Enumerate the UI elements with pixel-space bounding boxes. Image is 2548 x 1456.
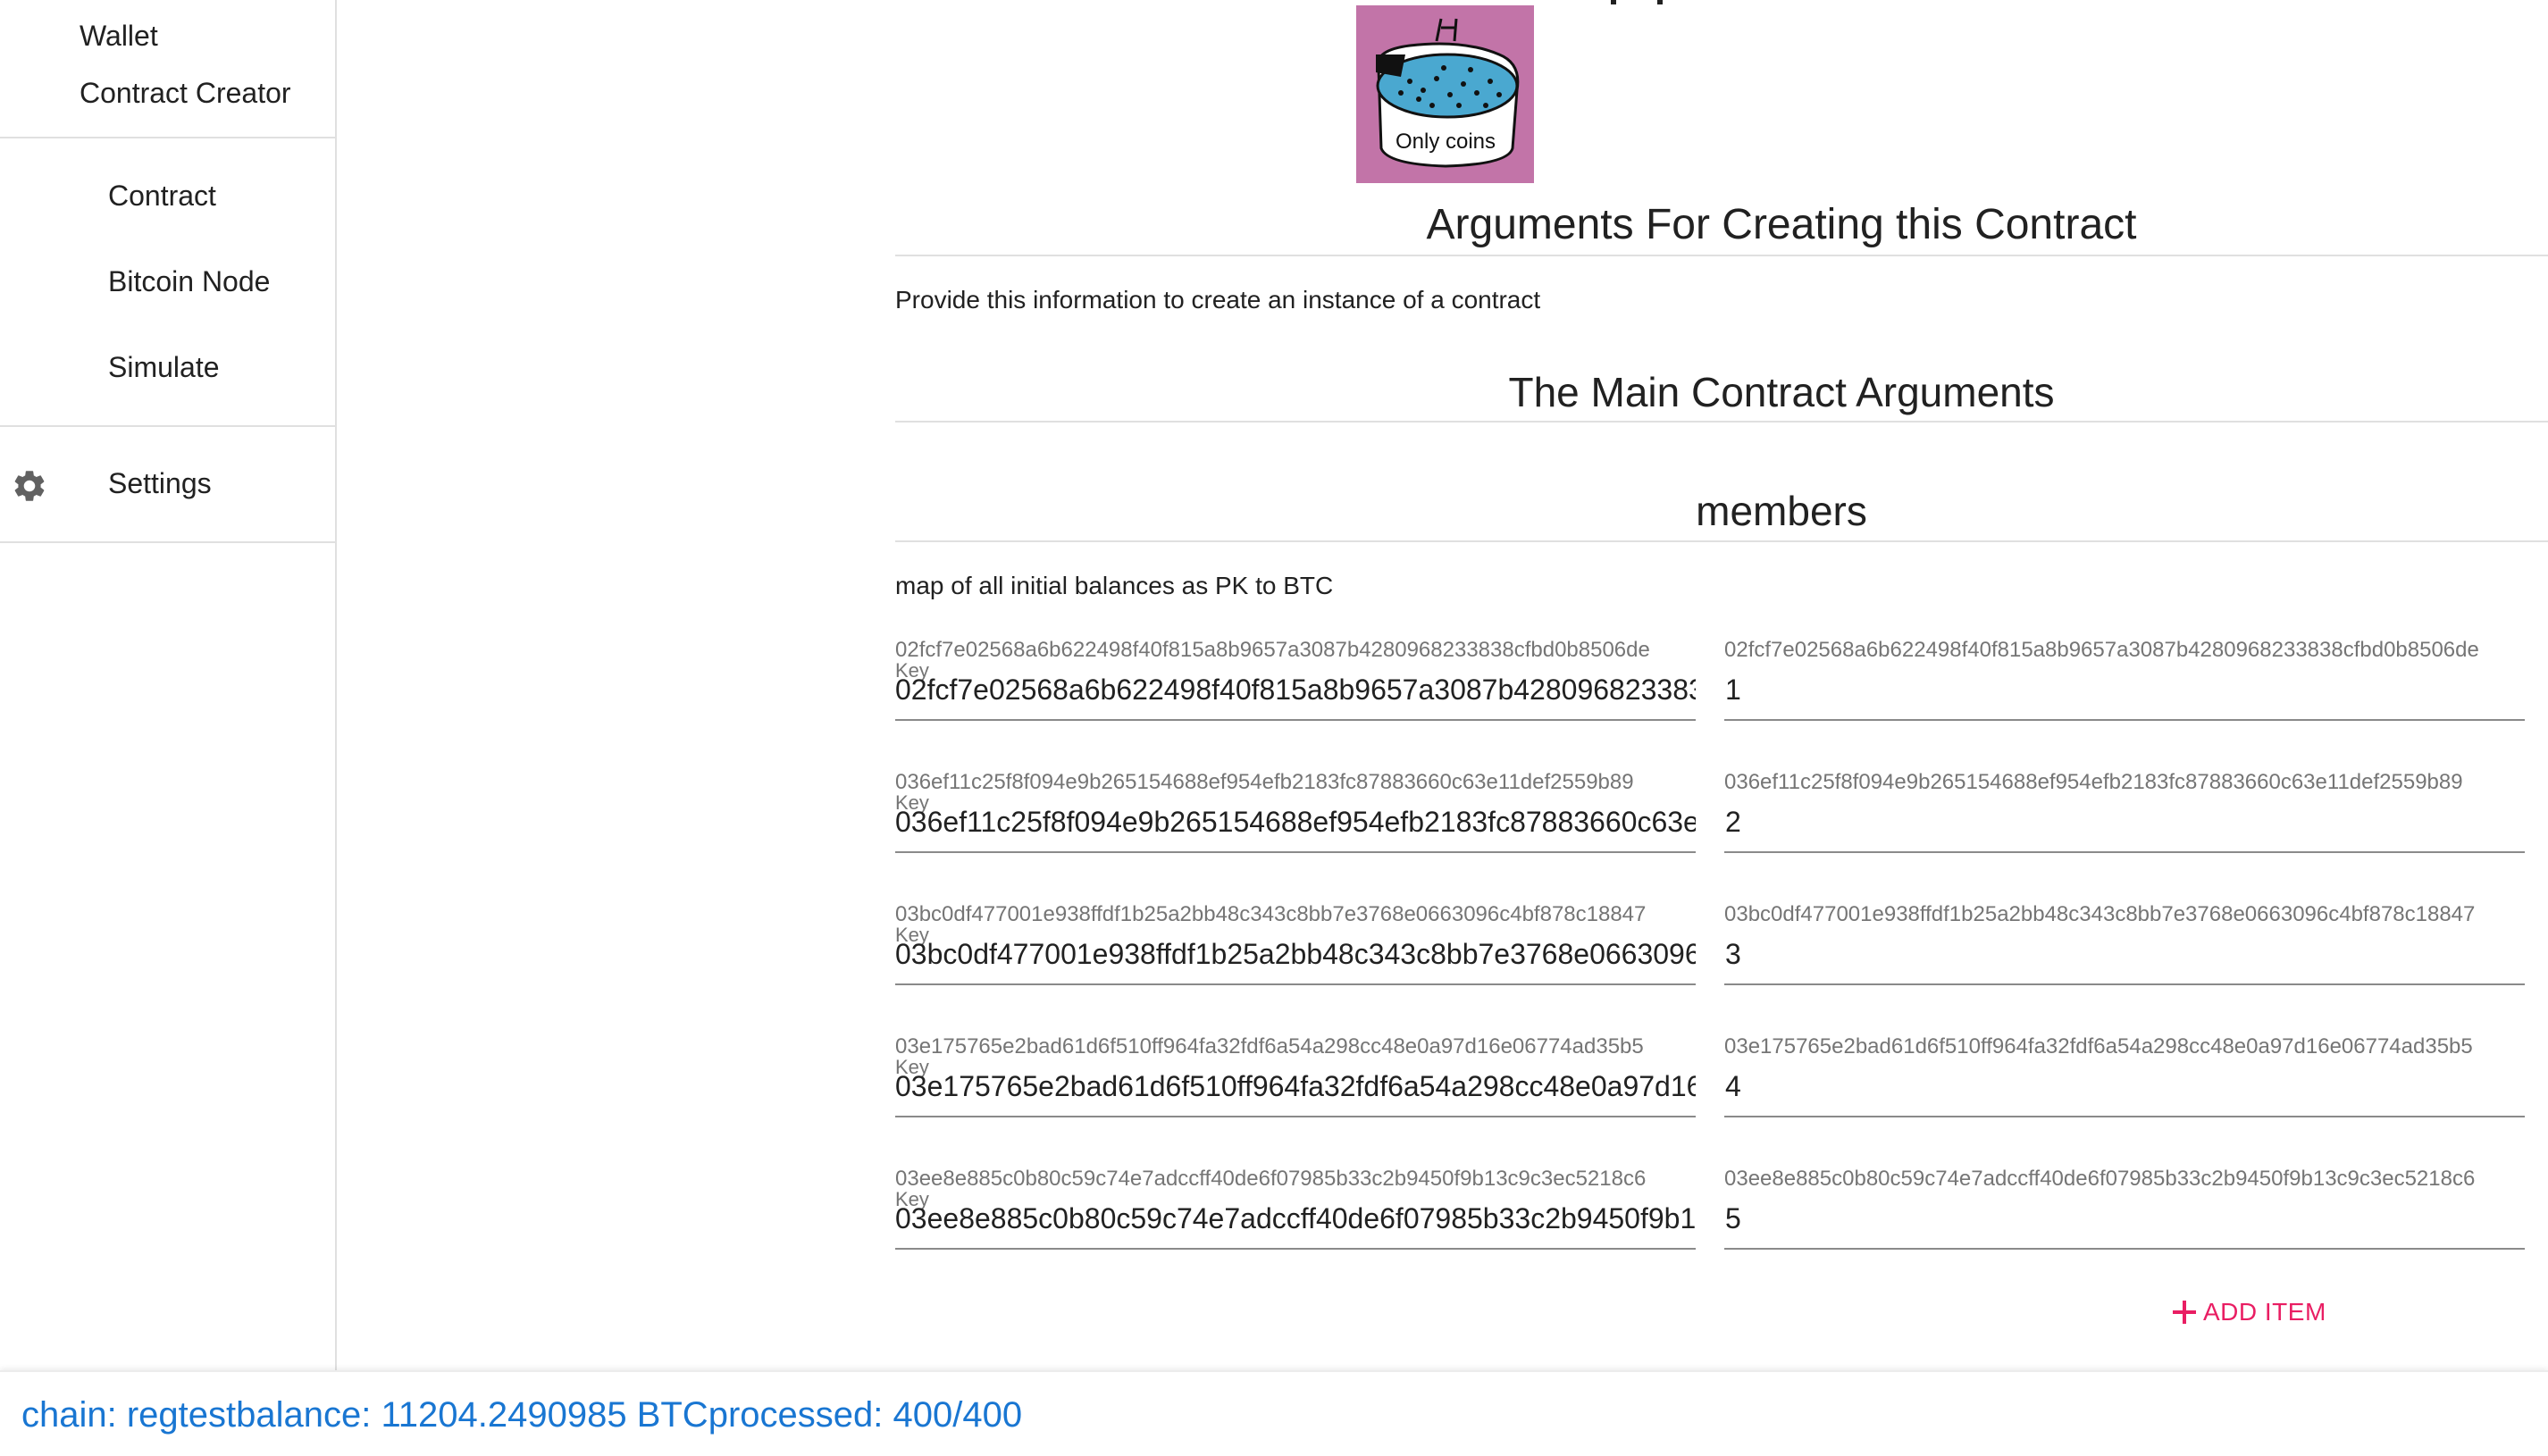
value-input[interactable]: 3 bbox=[1725, 938, 2526, 971]
key-hint: 02fcf7e02568a6b622498f40f815a8b9657a3087… bbox=[895, 638, 1650, 662]
plus-icon bbox=[2171, 1299, 2198, 1326]
status-text: chain: regtestbalance: 11204.2490985 BTC… bbox=[21, 1395, 1023, 1435]
key-underline bbox=[895, 1116, 1696, 1117]
top-cutoff-icon bbox=[1611, 0, 1663, 4]
sidebar-item-settings[interactable]: Settings bbox=[108, 467, 212, 500]
key-input[interactable]: 02fcf7e02568a6b622498f40f815a8b9657a3087… bbox=[895, 674, 1696, 707]
sidebar-item-wallet[interactable]: Wallet bbox=[80, 20, 158, 53]
member-row: 036ef11c25f8f094e9b265154688ef954efb2183… bbox=[895, 770, 2548, 895]
key-underline bbox=[895, 1248, 1696, 1250]
value-hint: 03ee8e885c0b80c59c74e7adccff40de6f07985b… bbox=[1724, 1167, 2476, 1191]
section-title: The Main Contract Arguments bbox=[1508, 369, 2055, 415]
value-input[interactable]: 4 bbox=[1725, 1070, 2526, 1103]
sidebar-divider bbox=[0, 137, 337, 138]
sidebar-item-contract-creator[interactable]: Contract Creator bbox=[80, 77, 291, 110]
member-row: 03e175765e2bad61d6f510ff964fa32fdf6a54a2… bbox=[895, 1034, 2548, 1159]
key-hint: 03bc0df477001e938ffdf1b25a2bb48c343c8bb7… bbox=[895, 902, 1647, 926]
status-bar: chain: regtestbalance: 11204.2490985 BTC… bbox=[0, 1370, 2548, 1456]
key-input[interactable]: 03ee8e885c0b80c59c74e7adccff40de6f07985b… bbox=[895, 1202, 1696, 1235]
key-hint: 036ef11c25f8f094e9b265154688ef954efb2183… bbox=[895, 770, 1634, 794]
key-input[interactable]: 03bc0df477001e938ffdf1b25a2bb48c343c8bb7… bbox=[895, 938, 1696, 971]
contract-logo: Only coins bbox=[1356, 5, 1534, 183]
sidebar: Wallet Contract Creator Contract Bitcoin… bbox=[0, 0, 337, 1370]
section-divider bbox=[895, 421, 2548, 423]
key-underline bbox=[895, 983, 1696, 985]
value-input[interactable]: 1 bbox=[1725, 674, 2526, 707]
page-description: Provide this information to create an in… bbox=[895, 286, 1541, 314]
field-title: members bbox=[1696, 488, 1867, 534]
member-row: 02fcf7e02568a6b622498f40f815a8b9657a3087… bbox=[895, 638, 2548, 763]
key-underline bbox=[895, 719, 1696, 721]
field-description: map of all initial balances as PK to BTC bbox=[895, 572, 1334, 599]
value-hint: 03e175765e2bad61d6f510ff964fa32fdf6a54a2… bbox=[1724, 1034, 2473, 1059]
sidebar-item-simulate[interactable]: Simulate bbox=[108, 351, 220, 384]
value-hint: 036ef11c25f8f094e9b265154688ef954efb2183… bbox=[1724, 770, 2463, 794]
add-item-button[interactable]: ADD ITEM bbox=[2171, 1298, 2326, 1326]
value-input[interactable]: 5 bbox=[1725, 1202, 2526, 1235]
logo-text: Only coins bbox=[1396, 130, 1496, 154]
key-hint: 03e175765e2bad61d6f510ff964fa32fdf6a54a2… bbox=[895, 1034, 1644, 1059]
add-item-label: ADD ITEM bbox=[2203, 1298, 2326, 1326]
sidebar-divider bbox=[0, 425, 337, 427]
value-hint: 02fcf7e02568a6b622498f40f815a8b9657a3087… bbox=[1724, 638, 2479, 662]
gear-icon[interactable] bbox=[11, 467, 48, 505]
key-hint: 03ee8e885c0b80c59c74e7adccff40de6f07985b… bbox=[895, 1167, 1647, 1191]
member-row: 03bc0df477001e938ffdf1b25a2bb48c343c8bb7… bbox=[895, 902, 2548, 1027]
coins-tub-icon: Only coins bbox=[1356, 5, 1534, 183]
key-input[interactable]: 03e175765e2bad61d6f510ff964fa32fdf6a54a2… bbox=[895, 1070, 1696, 1103]
sidebar-item-contract[interactable]: Contract bbox=[108, 180, 216, 213]
value-hint: 03bc0df477001e938ffdf1b25a2bb48c343c8bb7… bbox=[1724, 902, 2476, 926]
main-content: Only coins Arguments For Creating this C… bbox=[337, 0, 2548, 1370]
key-input[interactable]: 036ef11c25f8f094e9b265154688ef954efb2183… bbox=[895, 806, 1696, 839]
value-underline bbox=[1724, 1248, 2525, 1250]
value-input[interactable]: 2 bbox=[1725, 806, 2526, 839]
value-underline bbox=[1724, 983, 2525, 985]
sidebar-divider bbox=[0, 541, 337, 543]
key-underline bbox=[895, 851, 1696, 853]
field-divider bbox=[895, 540, 2548, 542]
value-underline bbox=[1724, 851, 2525, 853]
value-underline bbox=[1724, 1116, 2525, 1117]
sidebar-item-bitcoin-node[interactable]: Bitcoin Node bbox=[108, 265, 270, 298]
title-divider bbox=[895, 255, 2548, 256]
member-row: 03ee8e885c0b80c59c74e7adccff40de6f07985b… bbox=[895, 1167, 2548, 1292]
value-underline bbox=[1724, 719, 2525, 721]
page-title: Arguments For Creating this Contract bbox=[1426, 201, 2137, 248]
